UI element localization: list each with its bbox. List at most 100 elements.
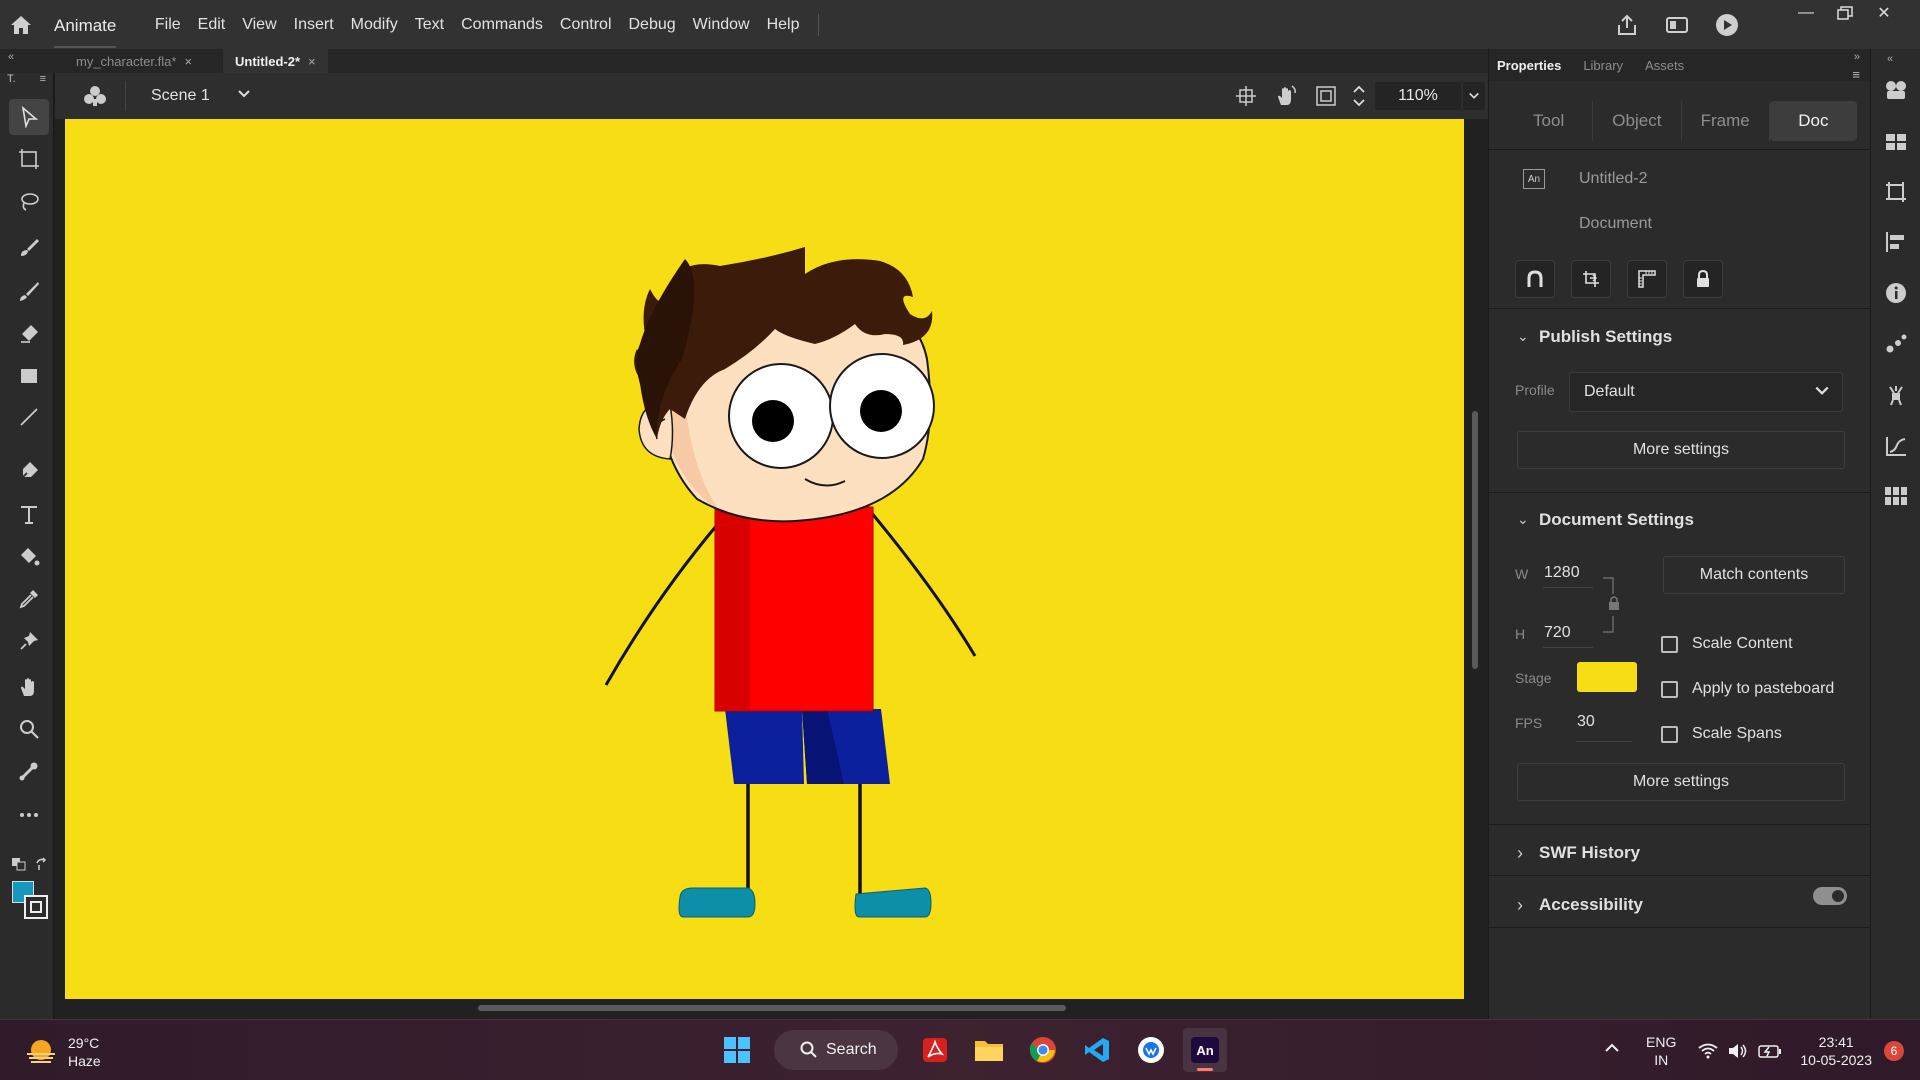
zoom-stepper[interactable]: [1352, 83, 1366, 114]
height-input[interactable]: 720: [1544, 624, 1571, 642]
quick-settings[interactable]: [1698, 1043, 1782, 1059]
link-dimensions-button[interactable]: [1601, 576, 1619, 641]
zoom-dropdown-button[interactable]: [1463, 82, 1485, 110]
components-panel-button[interactable]: [1883, 382, 1909, 408]
rulers-button[interactable]: [1627, 260, 1667, 298]
edit-symbols-button[interactable]: [83, 85, 107, 112]
paint-bucket-tool[interactable]: [9, 539, 49, 575]
chevron-down-icon[interactable]: ⌄: [1517, 511, 1529, 528]
stroke-color-swatch[interactable]: [24, 895, 48, 919]
document-settings-title[interactable]: Document Settings: [1539, 510, 1694, 530]
profile-select[interactable]: Default: [1569, 372, 1843, 412]
segment-doc[interactable]: Doc: [1769, 101, 1857, 141]
scale-content-option[interactable]: Scale Content: [1661, 635, 1793, 653]
horizontal-scrollbar[interactable]: [478, 1005, 1066, 1011]
chevron-right-icon[interactable]: ›: [1517, 843, 1523, 864]
transform-panel-button[interactable]: [1883, 179, 1909, 205]
document-more-settings-button[interactable]: More settings: [1517, 763, 1845, 801]
snap-to-objects-button[interactable]: [1515, 260, 1555, 298]
apply-to-pasteboard-option[interactable]: Apply to pasteboard: [1661, 680, 1834, 698]
more-tools-button[interactable]: [9, 797, 49, 833]
clip-content-button[interactable]: [1315, 85, 1337, 112]
menu-insert[interactable]: Insert: [285, 16, 342, 34]
default-colors-icon[interactable]: [11, 857, 27, 876]
apply-to-pasteboard-checkbox[interactable]: [1661, 680, 1678, 698]
tab-library[interactable]: Library: [1583, 58, 1623, 73]
vertical-scrollbar[interactable]: [1472, 411, 1478, 669]
snap-to-pixels-button[interactable]: [1571, 260, 1611, 298]
fps-input[interactable]: 30: [1577, 713, 1595, 731]
show-hidden-icons-button[interactable]: [1604, 1041, 1620, 1060]
character-drawing[interactable]: [65, 119, 1464, 999]
panel-menu-icon[interactable]: ≡: [1852, 67, 1860, 82]
brush-tool[interactable]: [9, 273, 49, 309]
notification-badge[interactable]: 6: [1884, 1040, 1904, 1061]
motion-editor-button[interactable]: [1883, 433, 1909, 459]
stage-color-swatch[interactable]: [1577, 662, 1637, 692]
menu-text[interactable]: Text: [406, 16, 452, 34]
swf-history-title[interactable]: SWF History: [1539, 843, 1640, 863]
motion-presets-button[interactable]: [1883, 330, 1909, 356]
chevron-right-icon[interactable]: ›: [1517, 895, 1523, 916]
close-tab-icon[interactable]: ×: [184, 54, 192, 69]
segment-tool[interactable]: Tool: [1505, 101, 1594, 141]
stage-canvas[interactable]: [65, 119, 1464, 999]
menu-view[interactable]: View: [234, 16, 285, 34]
align-panel-button[interactable]: [1883, 229, 1909, 255]
start-button[interactable]: [715, 1028, 759, 1072]
share-button[interactable]: [1609, 7, 1645, 43]
doc-tab-my-character[interactable]: my_character.fla* ×: [64, 49, 205, 73]
tab-properties[interactable]: Properties: [1497, 58, 1561, 73]
language-indicator[interactable]: ENG IN: [1646, 1033, 1676, 1069]
animate-app[interactable]: An: [1183, 1028, 1227, 1072]
tab-assets[interactable]: Assets: [1645, 58, 1684, 73]
menu-help[interactable]: Help: [758, 16, 808, 34]
zoom-level-input[interactable]: 110%: [1375, 82, 1461, 110]
collapse-panel-icon[interactable]: »: [1854, 51, 1860, 63]
test-movie-mode-button[interactable]: [1659, 7, 1695, 43]
info-panel-button[interactable]: [1883, 280, 1909, 306]
minimize-button[interactable]: —: [1788, 0, 1824, 26]
scale-content-checkbox[interactable]: [1661, 635, 1678, 653]
home-button[interactable]: [0, 0, 42, 49]
test-movie-button[interactable]: [1709, 7, 1745, 43]
lock-guides-button[interactable]: [1683, 260, 1723, 298]
output-panel-button[interactable]: [1883, 77, 1909, 103]
scale-spans-checkbox[interactable]: [1661, 725, 1678, 743]
app-circle-w[interactable]: [1129, 1028, 1173, 1072]
selection-tool[interactable]: [9, 99, 49, 135]
hand-tool[interactable]: [9, 669, 49, 705]
free-transform-tool[interactable]: [9, 141, 49, 177]
expand-panels-icon[interactable]: «: [1887, 53, 1893, 65]
segment-object[interactable]: Object: [1593, 101, 1682, 141]
paint-brush-tool[interactable]: [9, 229, 49, 265]
bone-tool[interactable]: [9, 753, 49, 789]
chevron-down-icon[interactable]: ⌄: [1517, 328, 1529, 345]
swatches-panel-button[interactable]: [1883, 129, 1909, 155]
collapse-toolbar-icon[interactable]: «: [8, 51, 14, 63]
rotate-stage-button[interactable]: [1274, 84, 1298, 113]
doc-tab-untitled-2[interactable]: Untitled-2* ×: [223, 49, 328, 73]
weather-widget[interactable]: 29°C Haze: [24, 1034, 101, 1070]
scale-spans-option[interactable]: Scale Spans: [1661, 725, 1782, 743]
match-contents-button[interactable]: Match contents: [1663, 556, 1845, 594]
width-input[interactable]: 1280: [1544, 564, 1580, 582]
acrobat-app[interactable]: [913, 1028, 957, 1072]
file-explorer-app[interactable]: [967, 1028, 1011, 1072]
vscode-app[interactable]: [1075, 1028, 1119, 1072]
menu-commands[interactable]: Commands: [453, 16, 552, 34]
line-tool[interactable]: [9, 399, 49, 435]
lasso-tool[interactable]: [9, 183, 49, 219]
menu-modify[interactable]: Modify: [342, 16, 406, 34]
segment-frame[interactable]: Frame: [1682, 101, 1770, 141]
swap-colors-icon[interactable]: [35, 857, 49, 876]
pen-tool[interactable]: [9, 453, 49, 489]
accessibility-title[interactable]: Accessibility: [1539, 895, 1643, 915]
close-tab-icon[interactable]: ×: [308, 54, 316, 69]
menu-control[interactable]: Control: [551, 16, 620, 34]
menu-debug[interactable]: Debug: [620, 16, 684, 34]
accessibility-toggle[interactable]: [1813, 887, 1847, 905]
rectangle-tool[interactable]: [9, 358, 49, 394]
frame-picker-button[interactable]: [1883, 483, 1909, 509]
zoom-tool[interactable]: [9, 711, 49, 747]
